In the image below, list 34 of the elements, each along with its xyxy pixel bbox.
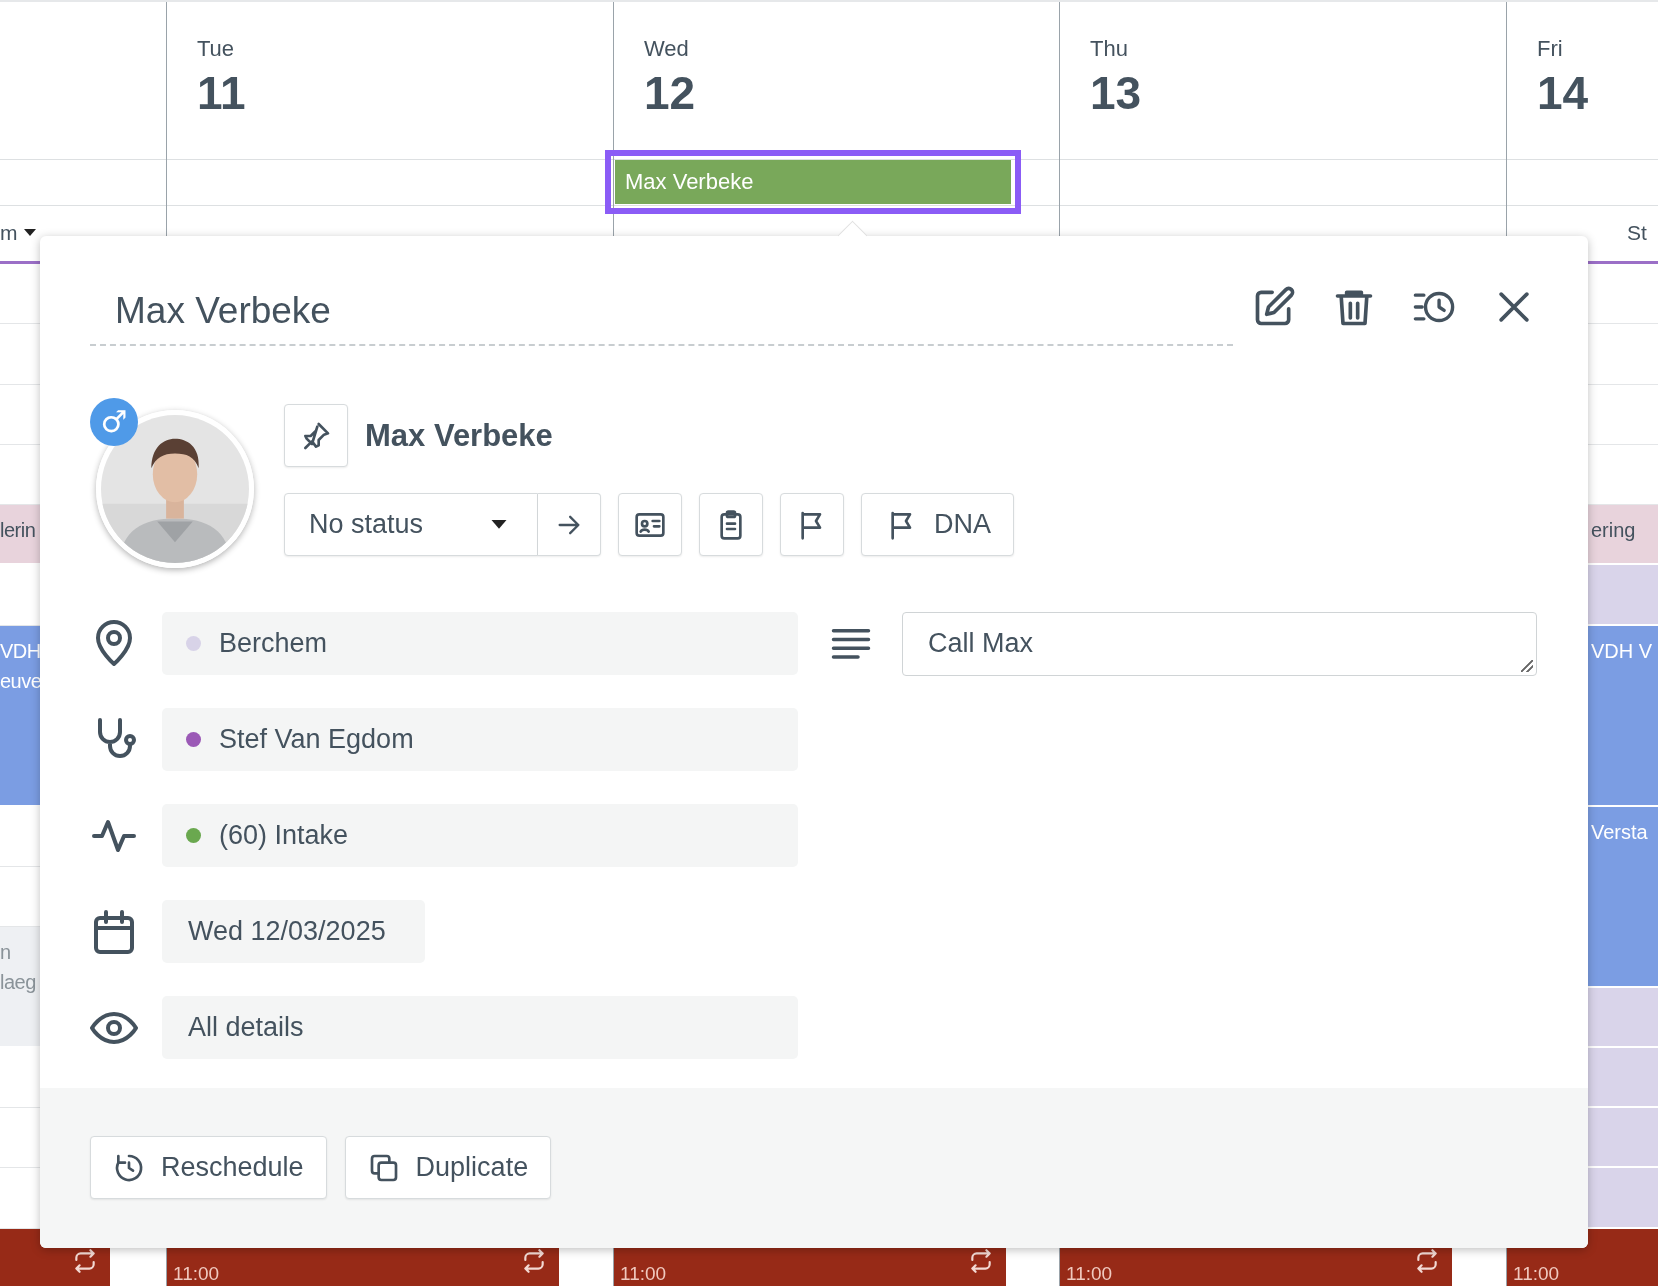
weekday-label: Thu bbox=[1090, 36, 1129, 62]
clipboard-button[interactable] bbox=[699, 493, 763, 556]
weekday-label: Tue bbox=[197, 36, 236, 62]
caret-icon bbox=[491, 519, 507, 530]
day-number: 11 bbox=[197, 66, 247, 120]
note-field[interactable]: Call Max bbox=[902, 612, 1537, 676]
practitioner-field[interactable]: Stef Van Egdom bbox=[162, 708, 798, 771]
reschedule-button[interactable]: Reschedule bbox=[90, 1136, 327, 1199]
patient-name: Max Verbeke bbox=[365, 417, 553, 454]
next-status-button[interactable] bbox=[538, 493, 601, 556]
pin-button[interactable] bbox=[284, 404, 348, 467]
resource-selector[interactable]: m bbox=[0, 220, 36, 246]
pause-time: 11:00 bbox=[620, 1264, 667, 1284]
location-field[interactable]: Berchem bbox=[162, 612, 798, 675]
weekday-label: Fri bbox=[1537, 36, 1564, 62]
visibility-field[interactable]: All details bbox=[162, 996, 798, 1059]
gender-badge: ♂ bbox=[90, 398, 138, 446]
dna-button[interactable]: DNA bbox=[861, 493, 1014, 556]
resource-selector[interactable]: St bbox=[1627, 220, 1647, 246]
pause-time: 11:00 bbox=[1513, 1264, 1560, 1284]
flag-button[interactable] bbox=[780, 493, 844, 556]
id-card-button[interactable] bbox=[618, 493, 682, 556]
appointment-title-field[interactable]: Max Verbeke bbox=[90, 282, 1233, 346]
day-number: 12 bbox=[644, 66, 697, 120]
weekday-label: Wed bbox=[644, 36, 690, 62]
caret-icon bbox=[23, 229, 36, 237]
appointment-type-field[interactable]: (60) Intake bbox=[162, 804, 798, 867]
pause-time: 11:00 bbox=[173, 1264, 220, 1284]
pause-time: 11:00 bbox=[1066, 1264, 1113, 1284]
day-number: 14 bbox=[1537, 66, 1590, 120]
date-field[interactable]: Wed 12/03/2025 bbox=[162, 900, 425, 963]
status-dropdown[interactable]: No status bbox=[284, 493, 538, 556]
duplicate-button[interactable]: Duplicate bbox=[344, 1136, 552, 1199]
day-number: 13 bbox=[1090, 66, 1143, 120]
